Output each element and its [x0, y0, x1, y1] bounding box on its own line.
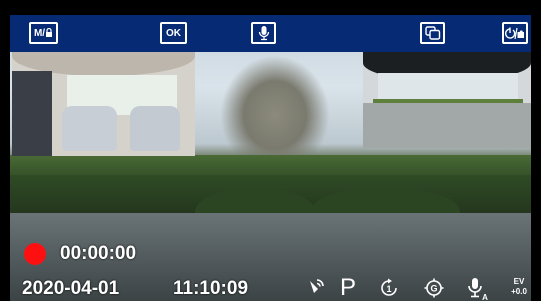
loop-record-icon: 1 — [378, 277, 400, 301]
mode-lock-label: M/ — [33, 27, 46, 39]
parking-mark: P — [340, 274, 357, 301]
pip-door — [12, 71, 52, 156]
time-stamp: 11:10:09 — [173, 278, 249, 299]
parking-icon: P — [340, 274, 356, 301]
mic-icon — [258, 26, 269, 41]
rear-camera-view[interactable] — [363, 51, 531, 148]
mic-button[interactable] — [251, 22, 276, 44]
ev-value: +0.0 — [511, 287, 527, 296]
recording-elapsed-time: 00:00:00 — [60, 243, 137, 264]
gps-mark: G — [430, 284, 437, 294]
exposure-value: EV +0.0 — [507, 277, 531, 297]
pip-parking-lot — [363, 103, 531, 148]
ev-label: EV — [513, 277, 525, 286]
mode-lock-icon — [46, 28, 53, 37]
ok-button[interactable]: OK — [160, 22, 187, 44]
pip-switch-button[interactable] — [420, 22, 445, 44]
top-toolbar: M/ OK — [10, 15, 531, 52]
gps-icon: G — [423, 277, 445, 301]
signal-icon — [306, 277, 326, 301]
mic-auto-icon: A — [465, 277, 491, 301]
svg-text:A: A — [482, 293, 488, 301]
camera-viewfinder: M/ OK 00:00:00 2020-04-01 11:10:09 P 1 G… — [10, 15, 531, 301]
camera-switch-button[interactable] — [502, 22, 528, 44]
interior-camera-view[interactable] — [12, 51, 195, 156]
svg-text:1: 1 — [386, 284, 391, 294]
date-stamp: 2020-04-01 — [22, 278, 120, 299]
pip-seat — [130, 106, 180, 151]
recording-indicator — [24, 243, 46, 265]
pip-seat — [62, 106, 117, 151]
mode-lock-button[interactable]: M/ — [29, 22, 58, 44]
pip-switch-icon — [424, 26, 440, 40]
ok-label: OK — [166, 27, 181, 39]
camera-switch-icon — [505, 27, 524, 39]
